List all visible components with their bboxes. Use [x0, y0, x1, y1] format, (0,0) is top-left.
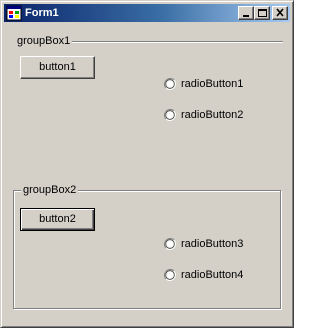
radio-button-2-label: radioButton2: [181, 109, 244, 121]
radio-button-4-label: radioButton4: [181, 269, 244, 281]
groupbox1-label: groupBox1: [15, 35, 73, 48]
groupbox2-label: groupBox2: [21, 184, 79, 197]
maximize-icon: [258, 9, 267, 17]
close-icon: [276, 8, 284, 17]
button1[interactable]: button1: [20, 56, 95, 79]
radio-button-3[interactable]: radioButton3: [164, 237, 243, 251]
radio-unchecked-icon: [164, 269, 176, 281]
minimize-button[interactable]: [238, 6, 254, 20]
radio-unchecked-icon: [164, 109, 176, 121]
button2[interactable]: button2: [20, 208, 95, 231]
radio-button-2[interactable]: radioButton2: [164, 108, 243, 122]
minimize-icon: [243, 15, 249, 17]
radio-unchecked-icon: [164, 78, 176, 90]
close-button[interactable]: [272, 6, 288, 20]
radio-button-1[interactable]: radioButton1: [164, 77, 243, 91]
maximize-button[interactable]: [254, 6, 270, 20]
window-title: Form1: [25, 7, 59, 19]
radio-button-3-label: radioButton3: [181, 238, 244, 250]
radio-unchecked-icon: [164, 238, 176, 250]
radio-button-1-label: radioButton1: [181, 78, 244, 90]
form-app-icon[interactable]: [6, 5, 22, 21]
title-bar[interactable]: Form1: [4, 4, 290, 22]
radio-button-4[interactable]: radioButton4: [164, 268, 243, 282]
form-window: Form1 groupBox1 button1 radioButton1 rad…: [0, 0, 294, 328]
groupbox1-divider: [71, 41, 283, 43]
